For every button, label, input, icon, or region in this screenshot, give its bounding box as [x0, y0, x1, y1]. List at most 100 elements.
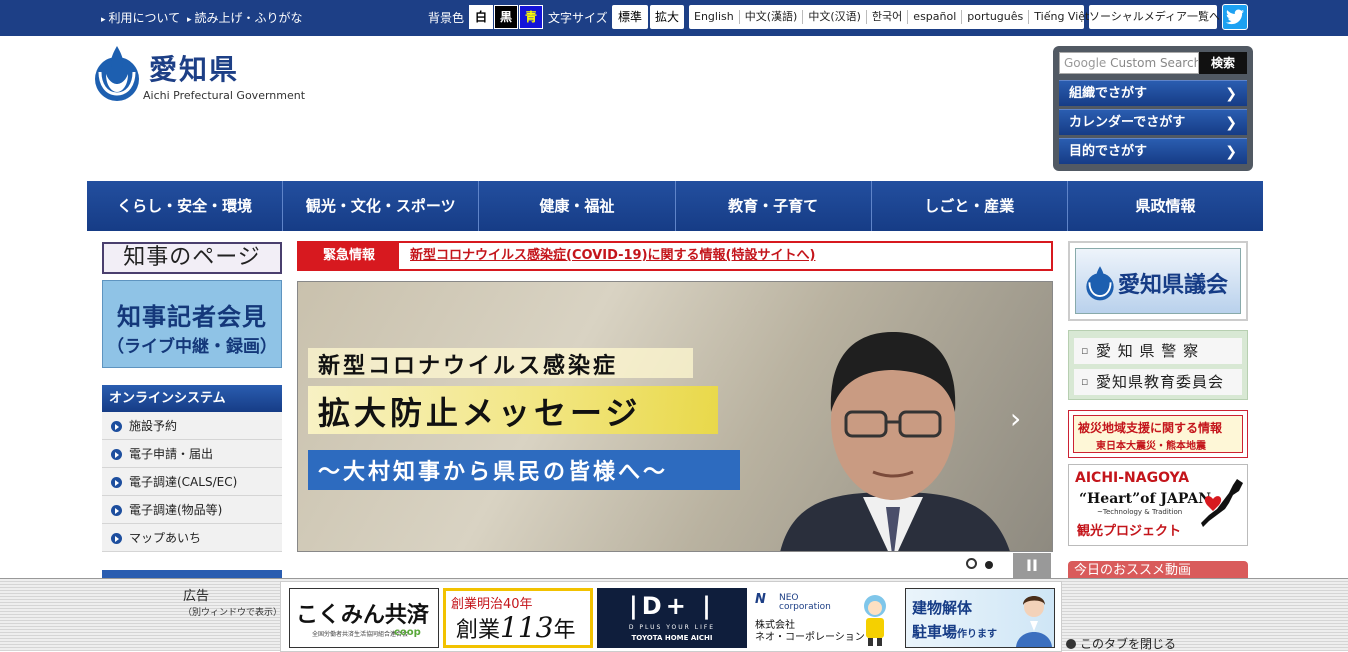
ad5-line1: 建物解体	[912, 599, 973, 617]
assembly-banner-inner: 愛知県議会	[1075, 248, 1241, 314]
slide-dot-1[interactable]	[966, 558, 977, 569]
language-selector: English 中文(漢語) 中文(汉语) 한국어 español portug…	[689, 5, 1089, 29]
nav-tourism-culture-sports[interactable]: 観光・文化・スポーツ	[283, 181, 480, 231]
lang-vietnamese[interactable]: Tiếng Việt	[1029, 10, 1094, 24]
lang-korean[interactable]: 한국어	[867, 10, 909, 24]
lang-spanish[interactable]: español	[908, 10, 963, 24]
online-system-menu: オンラインシステム 施設予約 電子申請・届出 電子調達(CALS/EC) 電子調…	[102, 385, 282, 552]
ad2-number: 113	[500, 611, 554, 644]
japan-map-icon	[1201, 479, 1243, 527]
ad5-line2-main: 駐車場	[912, 623, 958, 641]
slide-pause-button[interactable]: II	[1013, 553, 1051, 578]
advertisement-bar: 広告 （別ウィンドウで表示） こくみん共済 全国労働者共済生活協同組合連合会 c…	[0, 578, 1348, 652]
search-button[interactable]: 検索	[1199, 52, 1247, 74]
ad-area: こくみん共済 全国労働者共済生活協同組合連合会 coop 創業明治40年 創業1…	[280, 581, 1062, 652]
ad2-prefix: 創業	[456, 618, 501, 643]
heart-banner-subtitle: “Heart”of JAPAN	[1079, 491, 1212, 507]
search-input[interactable]: Google Custom Search	[1059, 52, 1199, 74]
online-map-aichi[interactable]: マップあいち	[102, 524, 282, 552]
press-conference-banner[interactable]: 知事記者会見 （ライブ中継・録画）	[102, 280, 282, 368]
prefecture-emblem-icon	[1086, 266, 1114, 301]
disaster-subtitle: 東日本大震災・熊本地震	[1096, 441, 1206, 452]
next-menu-heading	[102, 570, 282, 578]
reading-link[interactable]: 読み上げ・ふりがな	[187, 9, 303, 26]
ad1-title: こくみん共済	[296, 603, 429, 628]
global-navigation: くらし・安全・環境 観光・文化・スポーツ 健康・福祉 教育・子育て しごと・産業…	[87, 181, 1263, 231]
mascot-character-icon	[864, 595, 886, 646]
ad4-brand: NEO corporation	[779, 593, 831, 612]
ad-founded-113[interactable]: 創業明治40年 創業113年	[443, 588, 593, 648]
ad2-suffix: 年	[553, 618, 576, 643]
font-size-large-button[interactable]: 拡大	[650, 5, 684, 29]
search-placeholder: Custom Search	[1110, 56, 1199, 70]
google-label: Google	[1064, 56, 1107, 70]
prefectural-assembly-banner[interactable]: 愛知県議会	[1068, 241, 1248, 321]
online-e-application[interactable]: 電子申請・届出	[102, 440, 282, 468]
bg-white-button[interactable]: 白	[469, 5, 493, 29]
ad3-tagline: D PLUS YOUR LIFE	[628, 624, 716, 631]
main-slideshow[interactable]: 新型コロナウイルス感染症 拡大防止メッセージ ～大村知事から県民の皆様へ～ ›	[297, 281, 1053, 552]
disaster-support-banner[interactable]: 被災地域支援に関する情報 東日本大震災・熊本地震	[1068, 410, 1248, 458]
ad-toyota-home[interactable]: |D+ | D PLUS YOUR LIFE TOYOTA HOME AICHI	[597, 588, 747, 648]
lang-english[interactable]: English	[689, 10, 740, 24]
emergency-link[interactable]: 新型コロナウイルス感染症(COVID-19)に関する情報(特設サイトへ)	[410, 243, 815, 269]
bg-black-button[interactable]: 黒	[494, 5, 518, 29]
governor-photo	[780, 332, 1010, 551]
bg-blue-button[interactable]: 青	[519, 5, 543, 29]
ad4-company: 株式会社 ネオ・コーポレーション	[755, 620, 865, 644]
nav-work-industry[interactable]: しごと・産業	[872, 181, 1068, 231]
nav-education-childcare[interactable]: 教育・子育て	[676, 181, 872, 231]
ad5-line2: 駐車場作ります	[912, 621, 997, 642]
online-procurement-goods[interactable]: 電子調達(物品等)	[102, 496, 282, 524]
ad-label: 広告	[183, 589, 210, 604]
lang-chinese-traditional[interactable]: 中文(漢語)	[740, 10, 804, 24]
search-by-purpose[interactable]: 目的でさがす	[1059, 138, 1247, 165]
font-size-normal-button[interactable]: 標準	[612, 5, 648, 29]
ad4-line2: ネオ・コーポレーション	[755, 632, 865, 643]
background-color-label: 背景色	[428, 11, 465, 25]
social-media-list-link[interactable]: ソーシャルメディア一覧へ	[1089, 5, 1220, 29]
heart-banner-project: 観光プロジェクト	[1077, 524, 1182, 539]
ad5-line2-suffix: 作ります	[957, 629, 998, 640]
ad-neo-corporation[interactable]: N NEO corporation 株式会社 ネオ・コーポレーション	[751, 588, 899, 648]
online-cals-ec[interactable]: 電子調達(CALS/EC)	[102, 468, 282, 496]
ad4-line1: 株式会社	[755, 620, 795, 631]
press-conference-subtitle: （ライブ中継・録画）	[107, 337, 277, 357]
police-link[interactable]: 愛 知 県 警 察	[1074, 338, 1242, 364]
press-conference-title: 知事記者会見	[117, 303, 267, 331]
ad3-logo: |D+ |	[629, 592, 715, 620]
ad-sublabel: （別ウィンドウで表示）	[183, 608, 283, 618]
lang-chinese-simplified[interactable]: 中文(汉语)	[803, 10, 867, 24]
emergency-label: 緊急情報	[299, 243, 399, 269]
assembly-title: 愛知県議会	[1118, 273, 1229, 298]
online-system-heading: オンラインシステム	[102, 385, 282, 412]
slide-indicators	[966, 558, 1001, 572]
emergency-info-bar: 緊急情報 新型コロナウイルス感染症(COVID-19)に関する情報(特設サイトへ…	[297, 241, 1053, 271]
governor-page-banner[interactable]: 知事のページ	[102, 242, 282, 274]
slide-dot-2[interactable]	[985, 561, 993, 569]
lang-portuguese[interactable]: português	[962, 10, 1030, 24]
twitter-icon[interactable]	[1222, 4, 1248, 30]
ad2-line2: 創業113年	[456, 611, 575, 644]
site-logo[interactable]: 愛知県 Aichi Prefectural Government	[92, 44, 312, 104]
heart-of-japan-banner[interactable]: AICHI-NAGOYA “Heart”of JAPAN ~Technology…	[1068, 464, 1248, 546]
close-ad-tab[interactable]: このタブを閉じる	[1066, 635, 1176, 652]
slide-next-icon[interactable]: ›	[1010, 402, 1021, 435]
education-board-link[interactable]: 愛知県教育委員会	[1074, 369, 1242, 395]
ad-kokumin-kyosai[interactable]: こくみん共済 全国労働者共済生活協同組合連合会 coop	[289, 588, 439, 648]
online-facility-reservation[interactable]: 施設予約	[102, 412, 282, 440]
search-by-organization[interactable]: 組織でさがす	[1059, 80, 1247, 107]
logo-name: 愛知県	[149, 53, 240, 86]
about-link[interactable]: 利用について	[101, 9, 181, 26]
search-by-calendar[interactable]: カレンダーでさがす	[1059, 109, 1247, 136]
slide-caption-1: 新型コロナウイルス感染症	[318, 353, 619, 379]
heart-banner-tagline: ~Technology & Tradition	[1097, 508, 1183, 516]
nav-prefectural-government[interactable]: 県政情報	[1068, 181, 1263, 231]
ad-demolition-parking[interactable]: 建物解体 駐車場作ります	[905, 588, 1055, 648]
nav-health-welfare[interactable]: 健康・福祉	[479, 181, 676, 231]
font-size-label: 文字サイズ	[548, 11, 608, 25]
logo-english: Aichi Prefectural Government	[143, 89, 306, 102]
top-utility-bar: 利用について 読み上げ・ふりがな 背景色 白 黒 青 文字サイズ 標準 拡大 E…	[0, 0, 1348, 36]
nav-living-safety-environment[interactable]: くらし・安全・環境	[87, 181, 284, 231]
slide-caption-2: 拡大防止メッセージ	[318, 394, 642, 432]
